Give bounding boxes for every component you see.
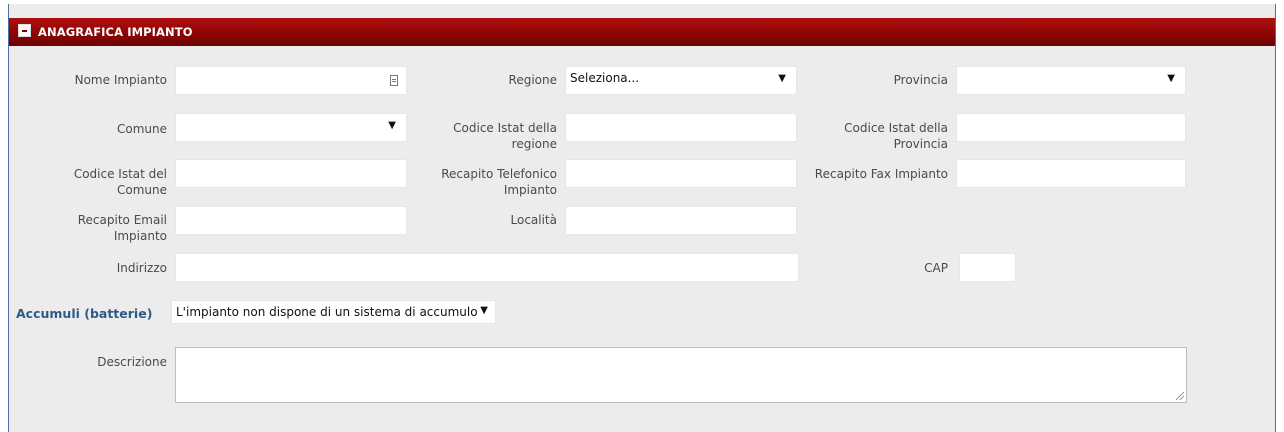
localita-input[interactable] bbox=[565, 206, 797, 235]
collapse-icon[interactable] bbox=[18, 24, 31, 37]
telefono-input[interactable] bbox=[565, 159, 797, 188]
regione-label: Regione bbox=[508, 73, 557, 87]
telefono-label-line1: Recapito Telefonico bbox=[441, 167, 557, 181]
accumuli-label: Accumuli (batterie) bbox=[16, 306, 153, 321]
email-label-line2: Impianto bbox=[113, 229, 167, 243]
istat-provincia-label-line1: Codice Istat della bbox=[844, 121, 948, 135]
descrizione-textarea[interactable] bbox=[175, 347, 1187, 403]
istat-provincia-label: Codice Istat della Provincia bbox=[799, 120, 948, 152]
telefono-label: Recapito Telefonico Impianto bbox=[409, 166, 557, 198]
nome-impianto-label: Nome Impianto bbox=[74, 73, 167, 87]
comune-select[interactable]: ▼ bbox=[175, 113, 407, 142]
comune-label: Comune bbox=[116, 122, 167, 136]
istat-comune-label-line1: Codice Istat del bbox=[73, 167, 167, 181]
chevron-down-icon: ▼ bbox=[778, 73, 786, 84]
chevron-down-icon: ▼ bbox=[480, 305, 488, 316]
section-header: ANAGRAFICA IMPIANTO bbox=[9, 18, 1275, 46]
regione-selected-value: Seleziona... bbox=[570, 71, 640, 85]
istat-comune-label-line2: Comune bbox=[116, 183, 167, 197]
section-title: ANAGRAFICA IMPIANTO bbox=[38, 25, 193, 39]
anagrafica-impianto-panel: ANAGRAFICA IMPIANTO Nome Impianto Region… bbox=[8, 4, 1276, 432]
resize-handle-icon[interactable] bbox=[1176, 392, 1184, 400]
provincia-select[interactable]: ▼ bbox=[956, 66, 1186, 95]
email-input[interactable] bbox=[175, 206, 407, 235]
cap-label: CAP bbox=[924, 261, 948, 275]
provincia-label: Provincia bbox=[893, 73, 948, 87]
email-label-line1: Recapito Email bbox=[77, 213, 167, 227]
istat-provincia-label-line2: Provincia bbox=[893, 137, 948, 151]
istat-provincia-input[interactable] bbox=[956, 113, 1186, 142]
nome-impianto-input[interactable] bbox=[175, 66, 407, 95]
telefono-label-line2: Impianto bbox=[503, 183, 557, 197]
accumuli-selected-value: L'impianto non dispone di un sistema di … bbox=[176, 305, 478, 319]
contact-card-icon[interactable] bbox=[390, 75, 398, 86]
email-label: Recapito Email Impianto bbox=[19, 212, 167, 244]
chevron-down-icon: ▼ bbox=[388, 120, 396, 131]
chevron-down-icon: ▼ bbox=[1167, 73, 1175, 84]
fax-label: Recapito Fax Impianto bbox=[814, 167, 948, 181]
istat-comune-label: Codice Istat del Comune bbox=[19, 166, 167, 198]
fax-input[interactable] bbox=[956, 159, 1186, 188]
descrizione-label: Descrizione bbox=[97, 355, 167, 369]
indirizzo-label: Indirizzo bbox=[116, 261, 167, 275]
regione-select[interactable]: Seleziona... ▼ bbox=[565, 66, 797, 95]
istat-regione-label-line2: regione bbox=[511, 137, 557, 151]
istat-regione-label-line1: Codice Istat della bbox=[453, 121, 557, 135]
istat-comune-input[interactable] bbox=[175, 159, 407, 188]
localita-label: Località bbox=[510, 213, 558, 227]
indirizzo-input[interactable] bbox=[175, 253, 799, 282]
istat-regione-input[interactable] bbox=[565, 113, 797, 142]
istat-regione-label: Codice Istat della regione bbox=[409, 120, 557, 152]
accumuli-select[interactable]: L'impianto non dispone di un sistema di … bbox=[171, 300, 496, 324]
cap-input[interactable] bbox=[959, 253, 1016, 282]
